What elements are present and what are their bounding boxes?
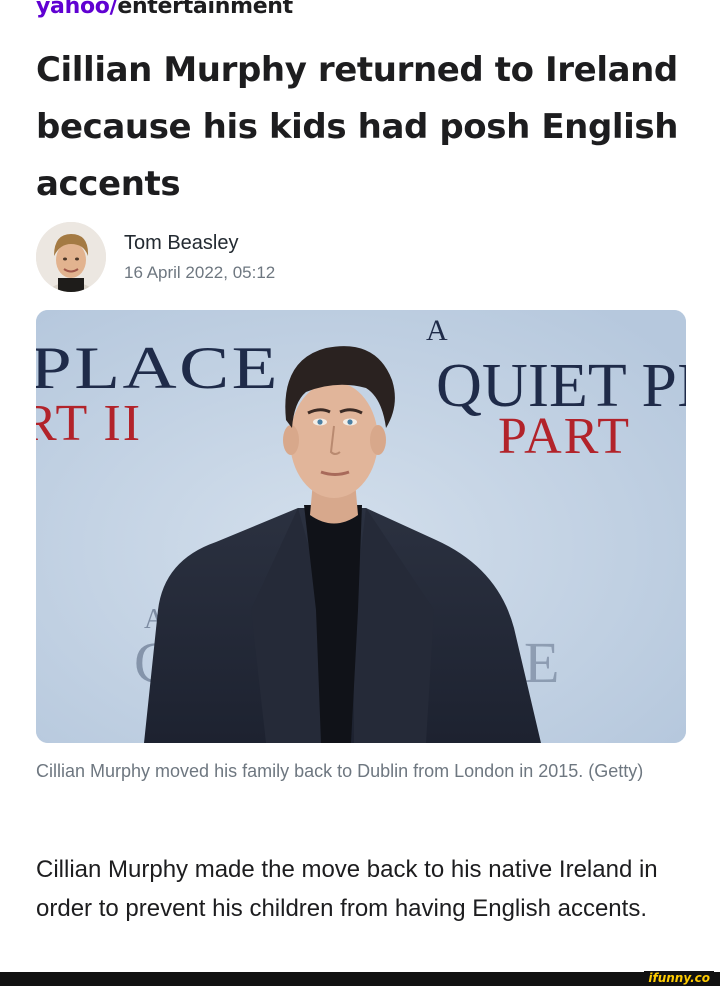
brand-section: entertainment xyxy=(117,0,293,19)
backdrop-text-left-1: PLACE xyxy=(36,335,280,401)
brand-yahoo: yahoo xyxy=(36,0,110,19)
author-info: Tom Beasley 16 April 2022, 05:12 xyxy=(124,228,275,286)
backdrop-text-bottom-e: E xyxy=(524,630,559,695)
author-name[interactable]: Tom Beasley xyxy=(124,230,275,256)
footer-bar xyxy=(0,972,720,986)
photo-caption: Cillian Murphy moved his family back to … xyxy=(36,761,644,781)
publish-date: 16 April 2022, 05:12 xyxy=(124,263,276,282)
ifunny-watermark: ifunny.co xyxy=(644,971,714,986)
backdrop-text-left-2: RT II xyxy=(36,395,142,452)
article-headline: Cillian Murphy returned to Ireland becau… xyxy=(36,50,679,204)
backdrop-text-right-top: A xyxy=(426,314,448,347)
author-avatar[interactable] xyxy=(36,222,106,292)
backdrop-text-right-2: PART xyxy=(498,408,631,465)
yahoo-entertainment-logo[interactable]: yahoo / entertainment xyxy=(36,0,293,24)
brand-slash: / xyxy=(109,0,118,19)
article-photo[interactable]: PLACE RT II A QUIET PI PART A C E xyxy=(36,310,686,743)
byline: Tom Beasley 16 April 2022, 05:12 xyxy=(36,222,275,292)
article-body-paragraph: Cillian Murphy made the move back to his… xyxy=(36,856,658,922)
